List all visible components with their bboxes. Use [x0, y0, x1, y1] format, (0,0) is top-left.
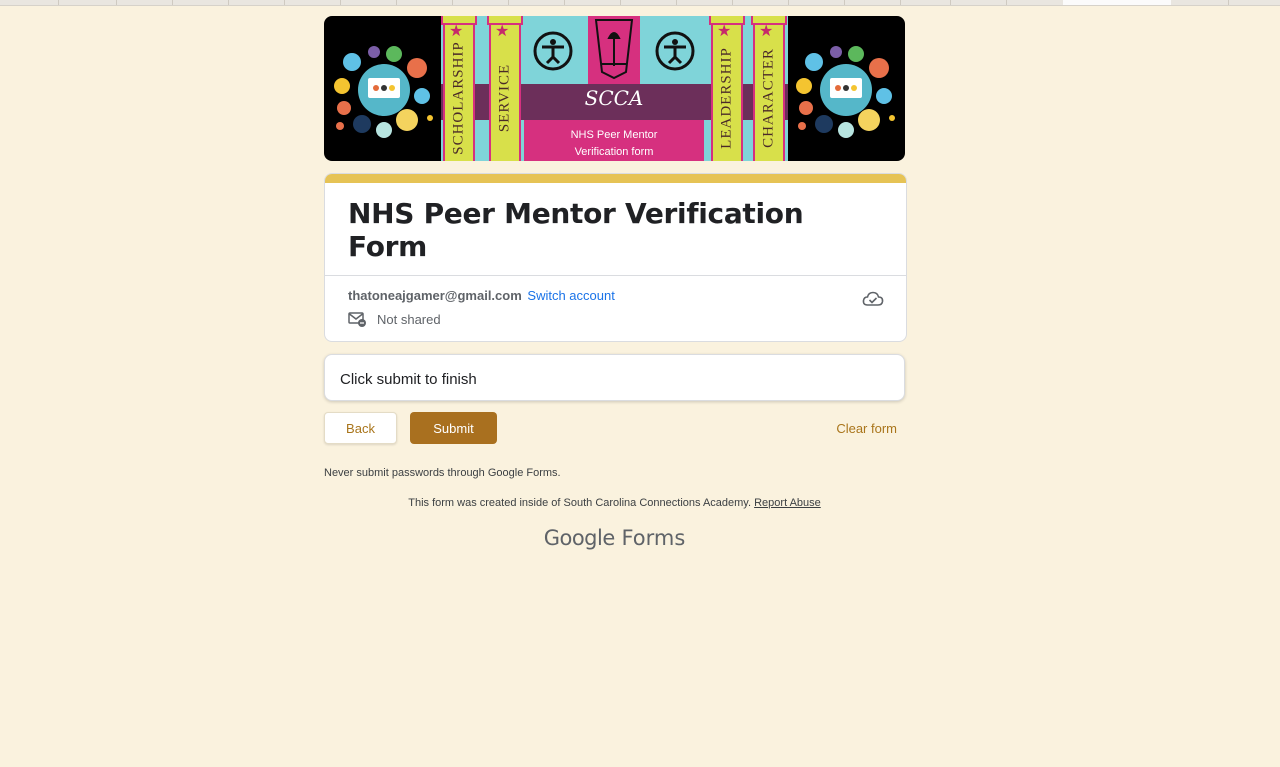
form-actions: Back Submit Clear form: [324, 412, 905, 445]
pillar-scholarship: ★ SCHOLARSHIP: [441, 16, 477, 161]
education-icons-cluster-left: [334, 46, 433, 138]
header-banner: ★ SCHOLARSHIP ★ SERVICE ★ LEADERSHIP ★ CHARA…: [324, 16, 905, 161]
clear-form-button[interactable]: Clear form: [836, 412, 897, 444]
password-warning: Never submit passwords through Google Fo…: [324, 467, 561, 479]
education-icons-cluster-right: [796, 46, 895, 138]
report-abuse-link[interactable]: Report Abuse: [754, 497, 821, 509]
submit-message-card: Click submit to finish: [324, 354, 905, 401]
pillar-service: ★ SERVICE: [487, 16, 523, 161]
banner-subtitle: NHS Peer Mentor Verification form: [570, 129, 658, 158]
star-icon: ★: [449, 23, 464, 40]
created-by-notice: This form was created inside of South Ca…: [324, 497, 905, 509]
shared-status: Not shared: [377, 311, 441, 327]
account-email: thatoneajgamer@gmail.com: [348, 288, 522, 303]
created-by-text: This form was created inside of South Ca…: [408, 497, 752, 509]
accessibility-person-icon: [655, 31, 695, 71]
submit-button[interactable]: Submit: [410, 412, 497, 444]
back-button[interactable]: Back: [324, 412, 397, 444]
mail-not-shared-icon: [348, 312, 366, 327]
pillar-leadership: ★ LEADERSHIP: [709, 16, 745, 161]
account-info: thatoneajgamer@gmail.com Switch account …: [325, 276, 906, 341]
form-title: NHS Peer Mentor Verification Form: [348, 197, 804, 263]
school-abbreviation: SCCA: [584, 86, 644, 110]
form-container: ★ SCHOLARSHIP ★ SERVICE ★ LEADERSHIP ★ CHARA…: [324, 16, 907, 550]
form-title-card: NHS Peer Mentor Verification Form thaton…: [324, 173, 907, 342]
nhs-emblem: [588, 16, 640, 84]
browser-tab-strip: [0, 0, 1280, 6]
pillar-character: ★ CHARACTER: [751, 16, 787, 161]
star-icon: ★: [495, 23, 510, 40]
forms-wordmark: Forms: [621, 526, 686, 550]
cloud-saved-icon[interactable]: [862, 291, 884, 307]
google-wordmark: Google: [543, 526, 616, 550]
title-accent-bar: [325, 174, 906, 183]
accessibility-person-icon: [533, 31, 573, 71]
active-browser-tab[interactable]: [1063, 0, 1171, 5]
star-icon: ★: [759, 23, 774, 40]
submit-message: Click submit to finish: [340, 371, 477, 388]
google-forms-logo[interactable]: Google Forms: [324, 526, 905, 550]
switch-account-link[interactable]: Switch account: [527, 288, 614, 303]
star-icon: ★: [717, 23, 732, 40]
torch-emblem-icon: [594, 19, 634, 80]
